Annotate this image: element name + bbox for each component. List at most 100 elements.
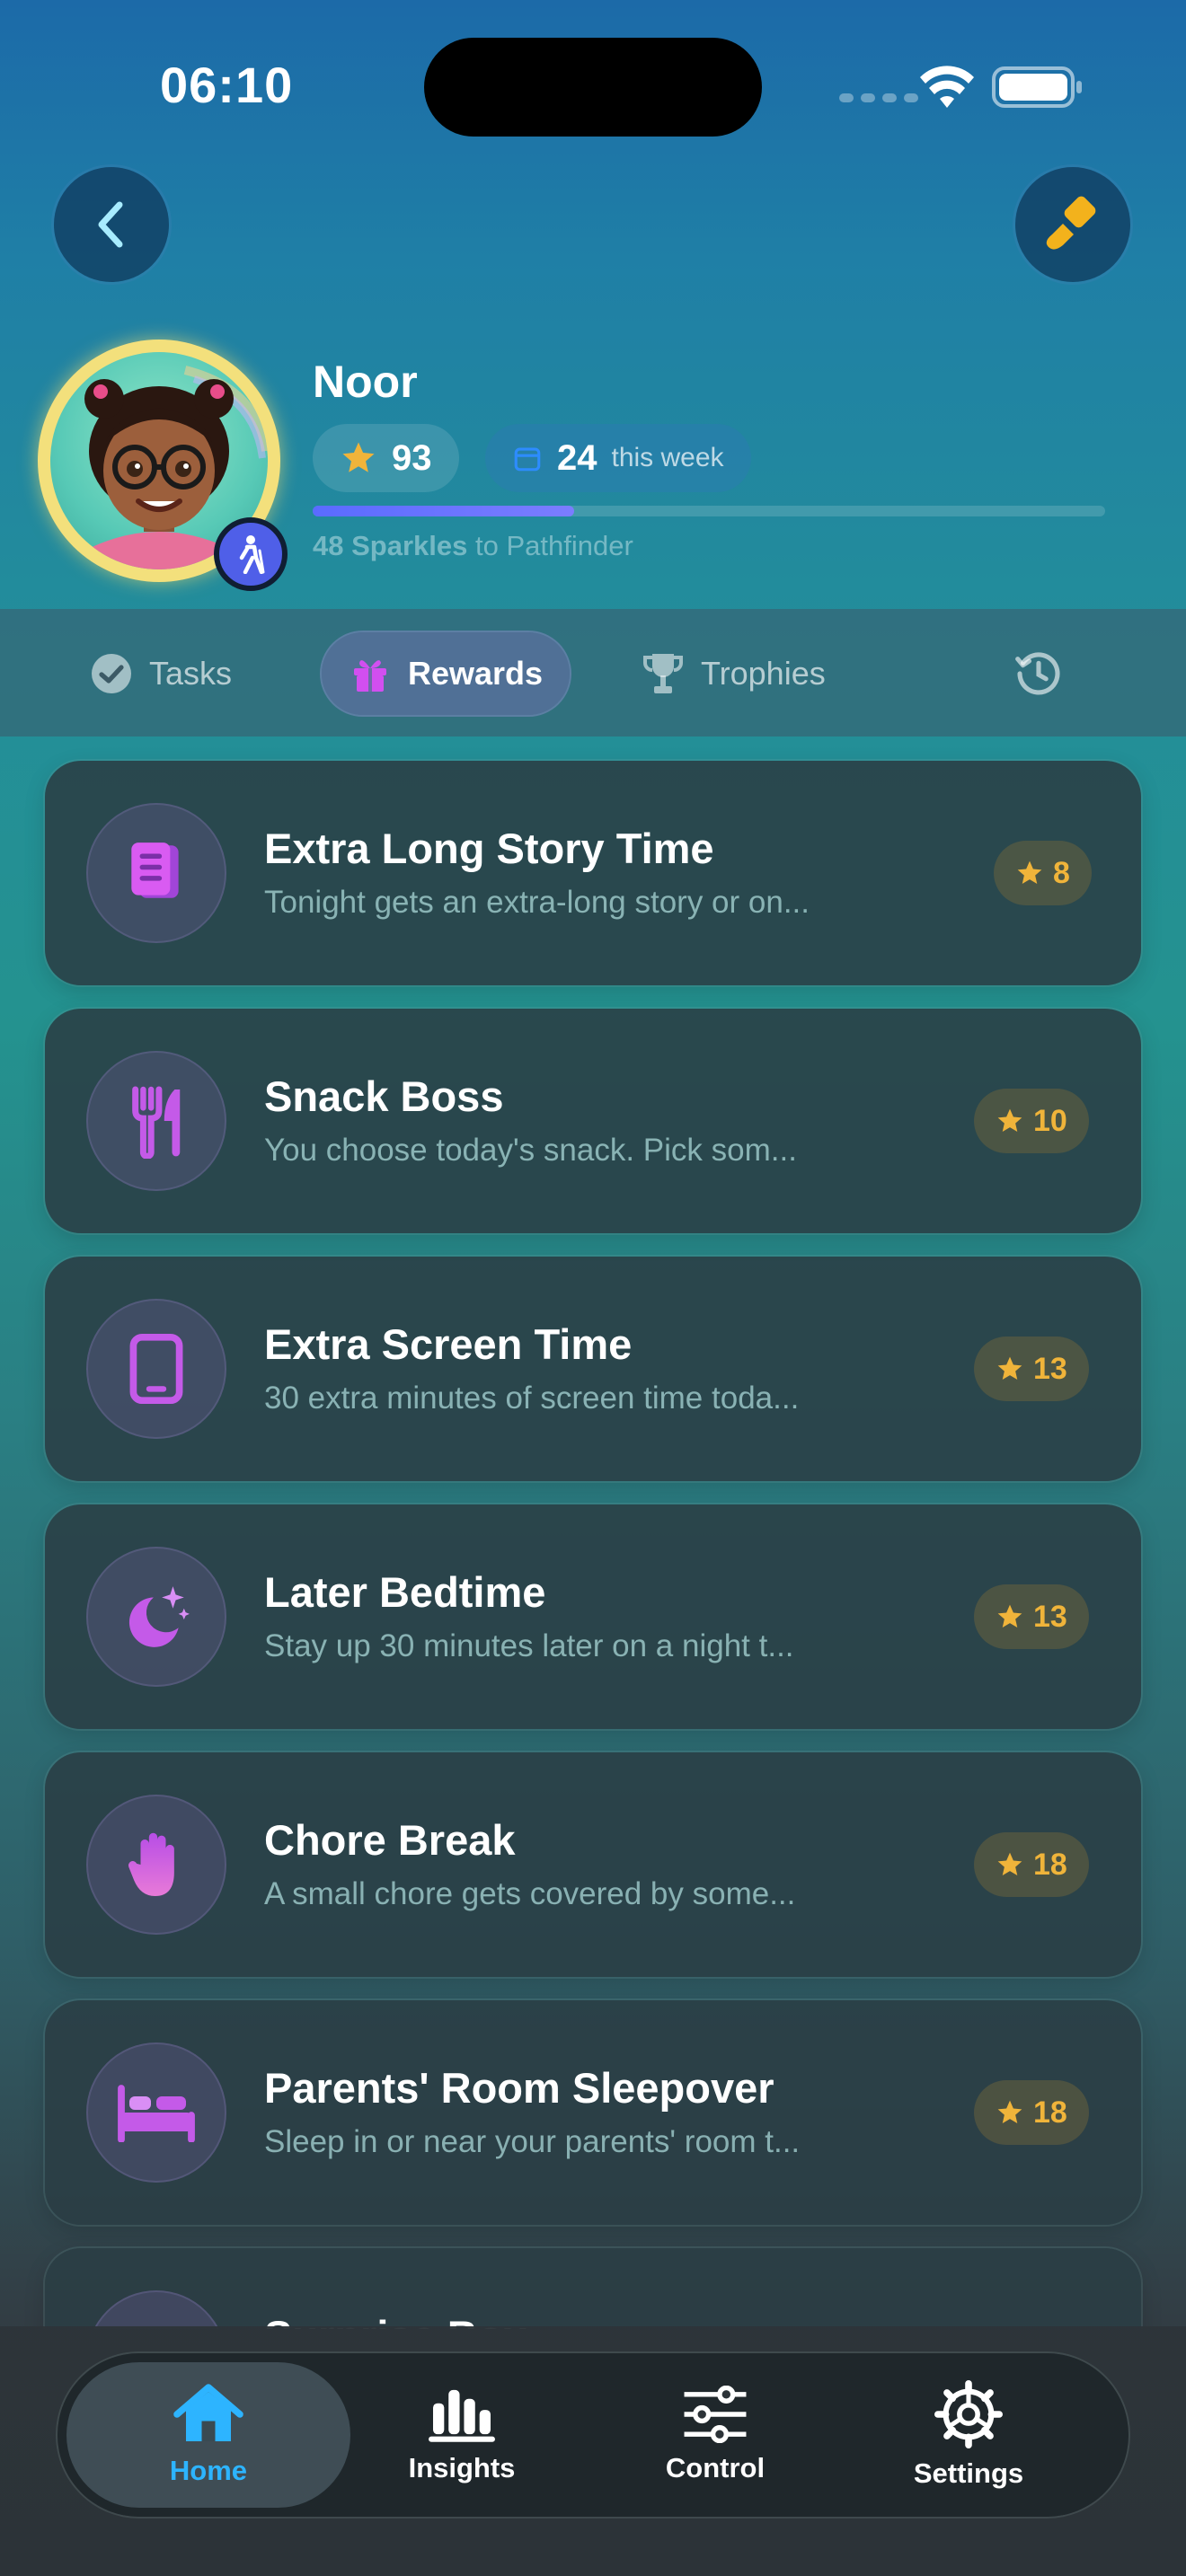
reward-card[interactable]: Surprise Box (45, 2248, 1141, 2329)
profile-name: Noor (313, 357, 418, 407)
reward-title: Later Bedtime (264, 1568, 546, 1616)
calendar-icon (514, 447, 541, 472)
gift-icon (354, 660, 386, 692)
history-icon (1015, 652, 1060, 695)
reward-card[interactable]: Snack Boss You choose today's snack. Pic… (45, 1009, 1141, 1233)
nav-home-label: Home (169, 2455, 248, 2486)
stars-pill: 93 (313, 424, 459, 492)
tab-trophies-label: Trophies (701, 655, 826, 692)
reward-card[interactable]: Parents' Room Sleepover Sleep in or near… (45, 2000, 1141, 2225)
bottom-nav: Home Insights Control Settings (58, 2353, 1128, 2517)
reward-cost-pill: 13 (974, 1584, 1089, 1649)
nav-settings[interactable]: Settings (827, 2362, 1111, 2508)
week-label: this week (611, 443, 724, 472)
moon-stars-icon (128, 1586, 190, 1647)
reward-cost: 10 (1033, 1103, 1067, 1138)
reward-icon-container (86, 803, 226, 943)
gear-icon (934, 2380, 1003, 2448)
level-progress-fill (313, 506, 575, 516)
nav-control[interactable]: Control (573, 2362, 857, 2508)
tablet-icon (129, 1333, 183, 1405)
tab-bar: Tasks Rewards Trophies (0, 609, 1186, 737)
star-icon (1017, 860, 1042, 884)
reward-card[interactable]: Extra Long Story Time Tonight gets an ex… (45, 761, 1141, 985)
house-icon (173, 2384, 243, 2441)
stars-count: 93 (392, 437, 432, 478)
reward-cost-pill: 10 (974, 1089, 1089, 1153)
progress-value: 48 Sparkles (313, 530, 468, 561)
hand-icon (128, 1832, 174, 1896)
rewards-list: Extra Long Story Time Tonight gets an ex… (0, 737, 1186, 2329)
reward-title: Extra Screen Time (264, 1320, 633, 1368)
reward-title: Extra Long Story Time (264, 825, 714, 872)
reward-description: 30 extra minutes of screen time toda... (264, 1381, 800, 1416)
reward-description: Sleep in or near your parents' room t... (264, 2124, 801, 2159)
cellular-signal-icon (839, 93, 918, 102)
tab-history[interactable] (987, 632, 1091, 715)
tab-tasks-label: Tasks (149, 655, 233, 692)
reward-description: You choose today's snack. Pick som... (264, 1133, 797, 1168)
star-icon (997, 1852, 1022, 1875)
reward-title: Snack Boss (264, 1072, 504, 1120)
reward-icon-container (86, 2290, 226, 2329)
reward-cost-pill: 13 (974, 1337, 1089, 1401)
reward-cost-pill: 8 (994, 841, 1092, 905)
back-button[interactable] (54, 167, 169, 282)
reward-cost: 18 (1033, 1847, 1067, 1882)
star-icon (997, 1356, 1022, 1380)
nav-home[interactable]: Home (66, 2362, 350, 2508)
star-icon (997, 1108, 1022, 1132)
reward-card[interactable]: Extra Screen Time 30 extra minutes of sc… (45, 1257, 1141, 1481)
check-circle-icon (92, 654, 131, 693)
progress-caption: 48 Sparkles to Pathfinder (313, 530, 633, 562)
nav-insights[interactable]: Insights (320, 2362, 604, 2508)
reward-description: Tonight gets an extra-long story or on..… (264, 885, 810, 920)
reward-cost: 13 (1033, 1351, 1067, 1386)
nav-insights-label: Insights (408, 2452, 516, 2483)
reward-description: Stay up 30 minutes later on a night t... (264, 1628, 794, 1663)
star-icon (997, 2100, 1022, 2123)
week-pill: 24 this week (485, 424, 751, 492)
nav-control-label: Control (665, 2452, 766, 2483)
status-time: 06:10 (160, 57, 294, 113)
level-progress-bar (313, 506, 1105, 516)
reward-icon-container (86, 1051, 226, 1191)
wifi-icon (920, 66, 974, 108)
reward-title: Parents' Room Sleepover (264, 2064, 774, 2112)
reward-cost: 13 (1033, 1599, 1067, 1634)
chevron-left-icon (98, 201, 123, 248)
tab-rewards-label: Rewards (408, 655, 544, 692)
battery-icon (992, 66, 1082, 108)
reward-icon-container (86, 1547, 226, 1687)
star-icon (342, 442, 375, 472)
reward-cost-pill: 18 (974, 1832, 1089, 1897)
reward-icon-container (86, 1299, 226, 1439)
reward-cost: 8 (1053, 855, 1070, 890)
fork-knife-icon (132, 1086, 181, 1159)
reward-icon-container (86, 2042, 226, 2183)
week-count: 24 (557, 437, 597, 478)
customize-button[interactable] (1015, 167, 1130, 282)
reward-card[interactable]: Later Bedtime Stay up 30 minutes later o… (45, 1504, 1141, 1729)
sliders-icon (684, 2386, 747, 2443)
bar-chart-icon (429, 2389, 495, 2442)
bed-icon (118, 2085, 195, 2142)
reward-card[interactable]: Chore Break A small chore gets covered b… (45, 1752, 1141, 1977)
tab-tasks[interactable]: Tasks (63, 632, 259, 715)
reward-title: Chore Break (264, 1816, 516, 1864)
book-icon (131, 842, 179, 898)
nav-settings-label: Settings (913, 2457, 1024, 2489)
reward-icon-container (86, 1795, 226, 1935)
reward-cost: 18 (1033, 2095, 1067, 2130)
tab-trophies[interactable]: Trophies (615, 632, 853, 715)
reward-description: A small chore gets covered by some... (264, 1876, 796, 1911)
hiker-icon (239, 535, 265, 574)
dynamic-island (424, 38, 762, 137)
tab-rewards[interactable]: Rewards (322, 632, 571, 715)
star-icon (997, 1604, 1022, 1628)
reward-cost-pill: 18 (974, 2080, 1089, 2145)
trophy-icon (643, 654, 683, 693)
progress-target: to Pathfinder (474, 530, 633, 561)
hiker-level-badge (214, 517, 288, 591)
paintbrush-icon (1046, 196, 1096, 250)
